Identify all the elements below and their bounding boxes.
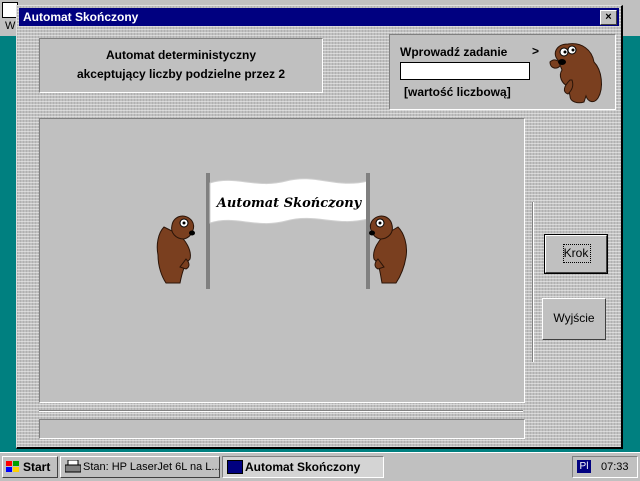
app-icon	[227, 460, 243, 474]
step-button[interactable]: Krok	[544, 234, 608, 274]
description-line-1: Automat deterministyczny	[105, 48, 257, 62]
input-label: Wprowadź zadanie	[400, 45, 508, 59]
bear-right-icon	[369, 215, 407, 284]
banner-scene-icon: Automat Skończony	[156, 173, 407, 289]
taskbar-item-label: Automat Skończony	[245, 460, 361, 474]
taskbar: Start Stan: HP LaserJet 6L na L... Autom…	[0, 452, 640, 481]
printer-icon	[65, 460, 81, 473]
description-panel: Automat deterministyczny akceptujący lic…	[39, 38, 323, 93]
bear-left-icon	[156, 215, 195, 284]
start-label: Start	[23, 460, 51, 474]
input-hint: [wartość liczbową]	[404, 85, 511, 99]
main-panel: Automat Skończony	[39, 118, 525, 403]
start-button[interactable]: Start	[2, 456, 58, 478]
clock[interactable]: 07:33	[601, 461, 629, 473]
window-title: Automat Skończony	[23, 10, 139, 24]
exit-button-label: Wyjście	[553, 311, 595, 325]
exit-button[interactable]: Wyjście	[542, 298, 606, 340]
task-value-input[interactable]	[400, 62, 530, 80]
main-window: Automat Skończony × Automat deterministy…	[16, 5, 623, 449]
arrow-icon: >	[532, 44, 540, 58]
step-button-label: Krok	[563, 246, 589, 260]
title-bar[interactable]: Automat Skończony ×	[19, 8, 619, 26]
input-panel: Wprowadź zadanie > [wartość liczbową]	[389, 34, 616, 110]
close-icon: ×	[605, 11, 612, 23]
taskbar-item-label: Stan: HP LaserJet 6L na L...	[83, 461, 220, 473]
banner-text: Automat Skończony	[215, 196, 363, 211]
language-indicator[interactable]: Pl	[577, 460, 591, 473]
bear-mascot-icon	[549, 43, 602, 104]
system-tray: Pl 07:33	[572, 456, 638, 478]
status-bar	[39, 419, 525, 439]
windows-logo-icon	[6, 461, 19, 472]
taskbar-item-automat[interactable]: Automat Skończony	[222, 456, 384, 478]
taskbar-item-printer[interactable]: Stan: HP LaserJet 6L na L...	[60, 456, 220, 478]
background-window-letter: W	[5, 20, 16, 32]
description-line-2: akceptujący liczby podzielne przez 2	[76, 67, 286, 81]
separator	[39, 410, 523, 412]
close-button[interactable]: ×	[600, 10, 617, 25]
side-divider	[532, 202, 534, 362]
